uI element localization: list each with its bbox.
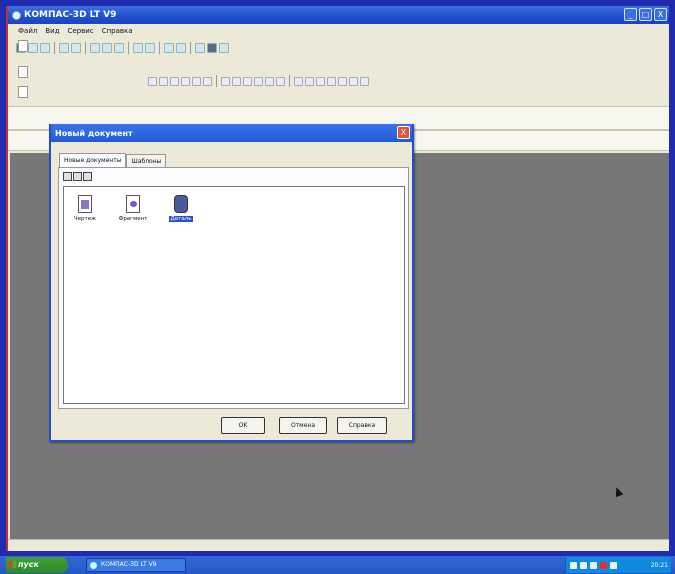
filter-icon[interactable] bbox=[294, 76, 303, 86]
toolbar-separator bbox=[190, 42, 191, 54]
orientation-icon[interactable] bbox=[349, 76, 358, 86]
dialog-titlebar[interactable]: Новый документ bbox=[51, 124, 412, 142]
dialog-tabs: Новые документы Шаблоны bbox=[59, 153, 167, 168]
window-title: КОМПАС-3D LT V9 bbox=[24, 10, 117, 20]
toolbar-separator bbox=[128, 42, 129, 54]
help-pointer-icon[interactable] bbox=[207, 43, 217, 53]
library-icon[interactable] bbox=[145, 43, 155, 53]
toolbar-options-icon[interactable] bbox=[219, 43, 229, 53]
status-bar bbox=[8, 539, 669, 551]
undo-icon[interactable] bbox=[164, 43, 174, 53]
view-mode-buttons bbox=[63, 172, 92, 181]
window-controls: _ □ X bbox=[624, 8, 667, 21]
tool-icon[interactable] bbox=[195, 43, 205, 53]
minimize-button[interactable]: _ bbox=[624, 8, 637, 21]
list-item-label: Деталь bbox=[169, 216, 193, 222]
mouse-cursor-icon bbox=[612, 485, 624, 498]
tray-network-icon[interactable] bbox=[570, 561, 577, 569]
cancel-button[interactable]: Отмена bbox=[279, 417, 327, 434]
list-view-icon[interactable] bbox=[83, 172, 92, 181]
start-button[interactable]: пуск bbox=[6, 557, 68, 573]
panel-grip[interactable] bbox=[18, 86, 28, 98]
list-item-part[interactable]: Деталь bbox=[164, 195, 198, 222]
standard-toolbar bbox=[16, 40, 229, 56]
line-icon[interactable] bbox=[265, 76, 274, 86]
measure-icon[interactable] bbox=[254, 76, 263, 86]
menu-file[interactable]: Файл bbox=[18, 27, 37, 35]
menu-view[interactable]: Вид bbox=[45, 27, 59, 35]
list-item-label: Чертеж bbox=[73, 216, 97, 222]
start-label: пуск bbox=[18, 560, 39, 569]
ok-button[interactable]: OK bbox=[221, 417, 265, 434]
part-document-icon bbox=[174, 195, 188, 213]
help-button[interactable]: Справка bbox=[337, 417, 387, 434]
redo-icon[interactable] bbox=[176, 43, 186, 53]
toolbar-separator bbox=[216, 75, 217, 87]
large-icons-view-icon[interactable] bbox=[63, 172, 72, 181]
app-icon bbox=[12, 10, 21, 20]
system-tray: 20:21 bbox=[565, 557, 671, 573]
open-icon[interactable] bbox=[28, 43, 38, 53]
pan-icon[interactable] bbox=[181, 76, 190, 86]
maximize-button[interactable]: □ bbox=[639, 8, 652, 21]
refresh-icon[interactable] bbox=[203, 76, 212, 86]
menu-help[interactable]: Справка bbox=[102, 27, 133, 35]
menu-service[interactable]: Сервис bbox=[68, 27, 94, 35]
hidden-lines-icon[interactable] bbox=[327, 76, 336, 86]
drawing-document-icon bbox=[78, 195, 92, 213]
dialog-close-button[interactable]: X bbox=[397, 126, 410, 139]
copy-icon[interactable] bbox=[102, 43, 112, 53]
preview-icon[interactable] bbox=[71, 43, 81, 53]
close-button[interactable]: X bbox=[654, 8, 667, 21]
paste-icon[interactable] bbox=[114, 43, 124, 53]
tray-volume-icon[interactable] bbox=[580, 561, 587, 569]
tab-panel: Чертеж Фрагмент Деталь bbox=[58, 167, 409, 409]
taskbar-item-kompas[interactable]: КОМПАС-3D LT V9 bbox=[86, 558, 186, 572]
view-toolbar bbox=[148, 74, 369, 88]
taskbar-item-label: КОМПАС-3D LT V9 bbox=[101, 561, 157, 568]
save-icon[interactable] bbox=[40, 43, 50, 53]
cut-icon[interactable] bbox=[90, 43, 100, 53]
zoom-window-icon[interactable] bbox=[170, 76, 179, 86]
toolbar-separator bbox=[159, 42, 160, 54]
tray-clock: 20:21 bbox=[650, 561, 668, 569]
toolbar-separator bbox=[289, 75, 290, 87]
tab-new-documents[interactable]: Новые документы bbox=[59, 153, 127, 167]
wireframe-icon[interactable] bbox=[316, 76, 325, 86]
toolbar-separator bbox=[85, 42, 86, 54]
new-document-dialog: Новый документ X Новые документы Шаблоны… bbox=[49, 124, 414, 442]
small-icons-view-icon[interactable] bbox=[73, 172, 82, 181]
tray-app-icon[interactable] bbox=[590, 561, 597, 569]
perspective-icon[interactable] bbox=[338, 76, 347, 86]
rotate-icon[interactable] bbox=[192, 76, 201, 86]
section-icon[interactable] bbox=[360, 76, 369, 86]
tray-language-icon[interactable] bbox=[610, 561, 617, 569]
properties-icon[interactable] bbox=[133, 43, 143, 53]
kompas-app-icon bbox=[90, 562, 97, 569]
menu-bar: Файл Вид Сервис Справка bbox=[8, 24, 669, 38]
list-item-label: Фрагмент bbox=[118, 216, 148, 222]
windows-flag-icon bbox=[9, 561, 16, 568]
shade-icon[interactable] bbox=[305, 76, 314, 86]
snap-icon[interactable] bbox=[221, 76, 230, 86]
grid-icon[interactable] bbox=[232, 76, 241, 86]
zoom-out-icon[interactable] bbox=[159, 76, 168, 86]
window-titlebar[interactable]: КОМПАС-3D LT V9 _ □ X bbox=[8, 6, 669, 24]
zoom-in-icon[interactable] bbox=[148, 76, 157, 86]
dialog-title: Новый документ bbox=[55, 128, 133, 138]
taskbar: пуск КОМПАС-3D LT V9 20:21 bbox=[0, 556, 675, 574]
ortho-icon[interactable] bbox=[243, 76, 252, 86]
document-type-list: Чертеж Фрагмент Деталь bbox=[63, 186, 405, 404]
panel-grip[interactable] bbox=[18, 66, 28, 78]
tray-antivirus-icon[interactable] bbox=[600, 561, 607, 569]
tab-templates[interactable]: Шаблоны bbox=[126, 154, 167, 168]
arc-icon[interactable] bbox=[276, 76, 285, 86]
fragment-document-icon bbox=[126, 195, 140, 213]
print-icon[interactable] bbox=[59, 43, 69, 53]
toolbar-separator bbox=[54, 42, 55, 54]
list-item-drawing[interactable]: Чертеж bbox=[68, 195, 102, 222]
list-item-fragment[interactable]: Фрагмент bbox=[116, 195, 150, 222]
toolbar-grip[interactable] bbox=[18, 40, 28, 52]
